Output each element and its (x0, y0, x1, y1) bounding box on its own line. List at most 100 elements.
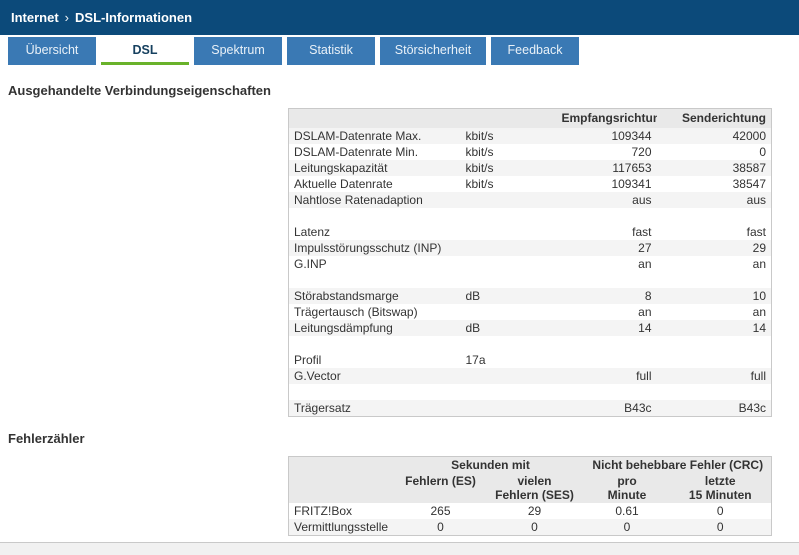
tab-dsl[interactable]: DSL (101, 37, 189, 65)
row-value-downstream: an (638, 256, 652, 271)
connection-properties-heading: Ausgehandelte Verbindungseigenschaften (8, 83, 271, 98)
separator-row (288, 271, 772, 288)
row-value-upstream: fast (746, 224, 766, 239)
tab-spektrum[interactable]: Spektrum (194, 37, 282, 65)
row-label: FRITZ!Box (294, 503, 353, 518)
table-row: Leitungskapazität kbit/s 117653 38587 (288, 159, 772, 176)
error-table-group-header-row: Sekunden mit Nicht behebbare Fehler (CRC… (288, 456, 772, 473)
row-value-downstream: 8 (644, 288, 652, 303)
connection-table-header-row: Empfangsrichtung Senderichtung (288, 108, 772, 128)
row-label: Impulsstörungsschutz (INP) (294, 240, 442, 255)
table-row: Impulsstörungsschutz (INP) 27 29 (288, 239, 772, 256)
row-unit: kbit/s (465, 160, 494, 175)
row-label: Leitungsdämpfung (294, 320, 393, 335)
row-unit: kbit/s (465, 144, 494, 159)
table-row: Vermittlungsstelle 0 0 0 0 (288, 518, 772, 535)
table-row: DSLAM-Datenrate Max. kbit/s 109344 42000 (288, 127, 772, 144)
separator-row (288, 207, 772, 224)
empty-cell (556, 383, 657, 400)
tab-bar: Übersicht DSL Spektrum Statistik Störsicherh… (0, 35, 799, 65)
empty-cell (288, 335, 461, 352)
row-unit (461, 256, 557, 272)
table-row: Latenz fast fast (289, 224, 772, 240)
row-value-per-minute: 0.61 (615, 503, 639, 518)
table-row: Leitungsdämpfung dB 14 14 (288, 319, 772, 336)
row-unit (461, 368, 557, 384)
tab-ubersicht[interactable]: Übersicht (8, 37, 96, 65)
row-unit (461, 192, 557, 208)
empty-cell (460, 335, 557, 352)
row-value-upstream: 29 (752, 240, 766, 255)
row-unit (461, 224, 557, 240)
row-value-upstream: 10 (752, 288, 766, 303)
column-header-es: Fehlern (ES) (396, 472, 485, 503)
column-header-last-15-minutes: letzte 15 Minuten (669, 472, 772, 503)
row-value-upstream: B43c (738, 400, 766, 415)
column-header-per-minute: pro Minute (584, 472, 670, 503)
breadcrumb-page-title: DSL-Informationen (75, 10, 193, 25)
tab-storsicherheit[interactable]: Störsicherheit (380, 37, 486, 65)
tab-feedback[interactable]: Feedback (491, 37, 579, 65)
breadcrumb-section: Internet (11, 10, 59, 25)
column-header-downstream: Empfangsrichtung (556, 108, 657, 128)
row-value-upstream: aus (746, 192, 766, 207)
row-unit: kbit/s (465, 176, 494, 191)
table-row: Nahtlose Ratenadaption aus aus (288, 191, 772, 208)
separator-row (288, 383, 772, 400)
row-label: Störabstandsmarge (294, 288, 399, 303)
row-unit: dB (465, 320, 481, 335)
empty-cell (460, 271, 557, 288)
row-value-downstream: 109344 (611, 128, 652, 143)
row-value-downstream: aus (632, 192, 652, 207)
column-header-empty (288, 472, 397, 503)
row-label: Aktuelle Datenrate (294, 176, 393, 191)
empty-cell (288, 271, 461, 288)
table-row: Störabstandsmarge dB 8 10 (288, 287, 772, 304)
row-value-es: 0 (437, 519, 444, 534)
row-label: Leitungskapazität (294, 160, 388, 175)
group-header-crc-errors: Nicht behebbare Fehler (CRC) (584, 456, 772, 473)
row-unit: kbit/s (465, 128, 494, 143)
empty-cell (556, 271, 657, 288)
row-value-ses: 29 (527, 503, 542, 518)
row-value-downstream: 109341 (611, 176, 652, 191)
breadcrumb-separator-icon: › (64, 10, 70, 25)
connection-properties-table: Empfangsrichtung Senderichtung DSLAM-Dat… (288, 108, 772, 417)
row-label: Nahtlose Ratenadaption (294, 192, 423, 207)
column-header-ses: vielen Fehlern (SES) (484, 472, 585, 503)
empty-cell (556, 207, 657, 224)
column-header-empty-label (288, 108, 461, 128)
row-value-downstream: full (636, 368, 652, 383)
column-header-empty-unit (460, 108, 557, 128)
row-value-upstream: 38587 (732, 160, 766, 175)
row-value-ses: 0 (531, 519, 538, 534)
row-value-es: 265 (430, 503, 451, 518)
row-value-upstream: full (750, 368, 766, 383)
breadcrumb: Internet › DSL-Informationen (0, 0, 799, 35)
group-header-seconds-with: Sekunden mit (396, 456, 585, 473)
table-row: DSLAM-Datenrate Min. kbit/s 720 0 (289, 144, 772, 160)
tab-statistik[interactable]: Statistik (287, 37, 375, 65)
table-row: G.INP an an (289, 256, 772, 272)
row-label: Trägertausch (Bitswap) (294, 304, 418, 319)
row-value-downstream: 117653 (612, 160, 652, 175)
row-value-downstream: 27 (638, 240, 652, 255)
row-value-upstream: an (752, 304, 766, 319)
row-unit (461, 240, 557, 256)
empty-cell (460, 207, 557, 224)
row-label: Latenz (294, 224, 331, 239)
table-row: Aktuelle Datenrate kbit/s 109341 38547 (289, 176, 772, 192)
footer-bar (0, 542, 799, 555)
empty-cell (656, 271, 772, 288)
row-value-upstream: 14 (752, 320, 766, 335)
table-row: Trägertausch (Bitswap) an an (289, 304, 772, 320)
row-label: G.INP (294, 256, 327, 271)
row-value-last-15-minutes: 0 (716, 503, 724, 518)
row-value-downstream: an (638, 304, 652, 319)
row-label: G.Vector (294, 368, 341, 383)
row-value-upstream: an (752, 256, 766, 271)
table-row: Trägersatz B43c B43c (288, 399, 772, 416)
row-value-upstream: 42000 (732, 128, 766, 143)
row-label: Vermittlungsstelle (294, 519, 389, 534)
column-header-empty (288, 456, 397, 473)
